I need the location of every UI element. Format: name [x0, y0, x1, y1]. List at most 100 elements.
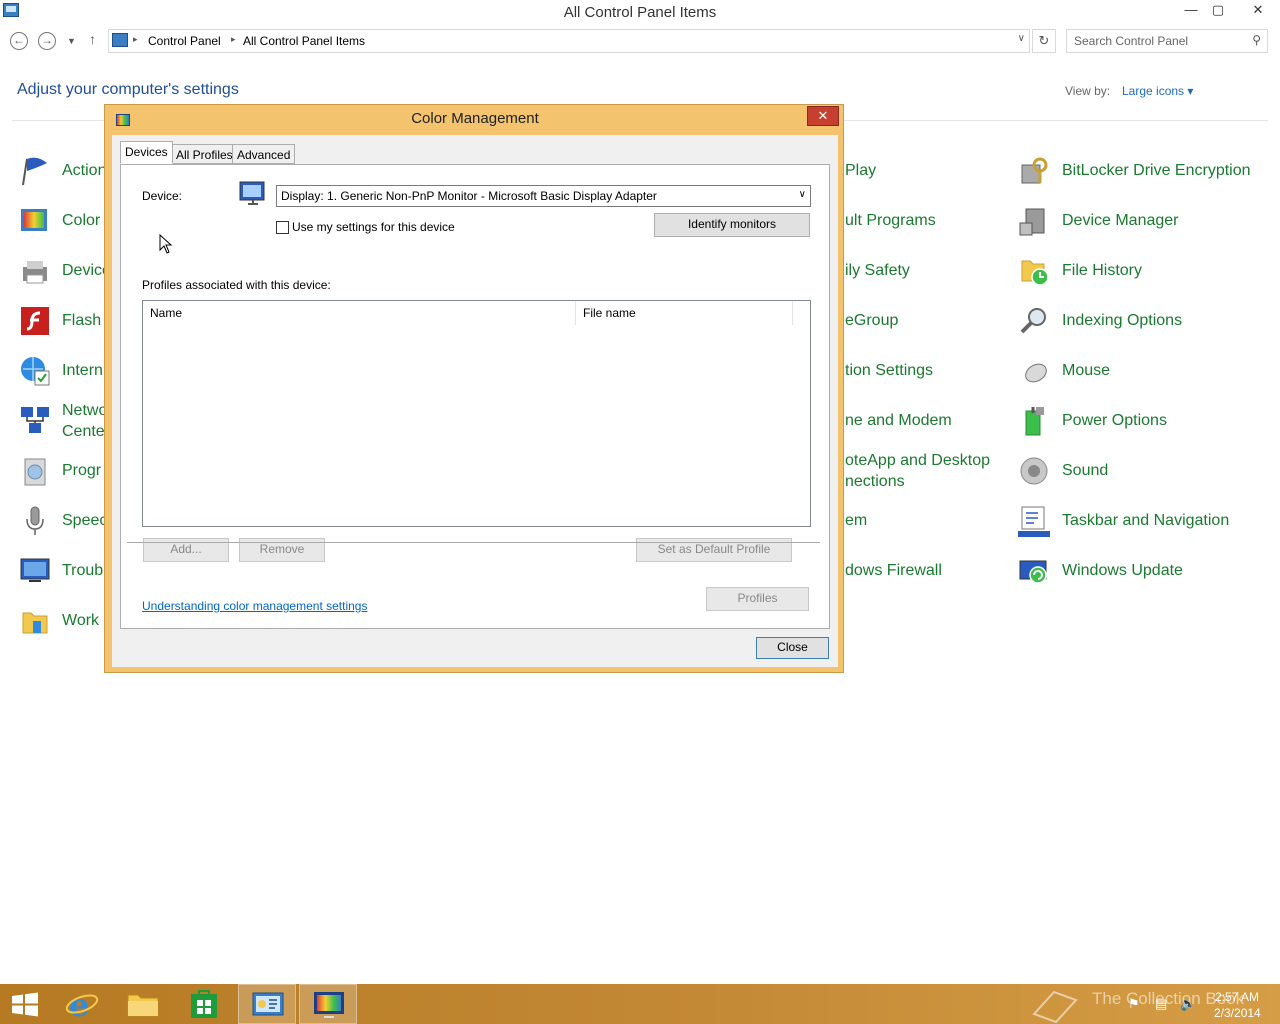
cp-item-power-options[interactable]: Power Options	[1062, 410, 1167, 431]
cp-item-mouse[interactable]: Mouse	[1062, 360, 1110, 381]
taskbar-navigation-icon[interactable]	[1018, 505, 1050, 537]
cp-item-remoteapp-line2[interactable]: nections	[845, 471, 905, 492]
taskbar-store[interactable]	[175, 984, 233, 1024]
taskbar-file-explorer[interactable]	[114, 984, 172, 1024]
cp-item-action-center[interactable]: Action	[62, 160, 106, 181]
view-by-dropdown[interactable]: Large icons ▾	[1122, 84, 1193, 98]
dialog-close-button[interactable]: Close	[756, 637, 829, 659]
cp-item-autoplay[interactable]: Play	[845, 160, 876, 181]
cp-item-internet[interactable]: Intern	[62, 360, 103, 381]
cp-item-windows-update[interactable]: Windows Update	[1062, 560, 1183, 581]
cp-item-color-management[interactable]: Color	[62, 210, 100, 231]
minimize-button[interactable]: —	[1176, 0, 1206, 22]
close-window-button[interactable]: ✕	[1238, 0, 1278, 22]
programs-features-icon[interactable]	[19, 455, 51, 487]
mouse-cursor-icon	[159, 234, 173, 254]
network-sharing-icon[interactable]	[19, 405, 51, 437]
device-select-value: Display: 1. Generic Non-PnP Monitor - Mi…	[281, 189, 657, 203]
cp-item-network-line2[interactable]: Cente	[62, 421, 105, 442]
speaker-icon[interactable]	[1018, 455, 1050, 487]
flash-player-icon[interactable]	[19, 305, 51, 337]
internet-options-icon[interactable]	[19, 355, 51, 387]
microphone-icon[interactable]	[19, 505, 51, 537]
back-button[interactable]: ←	[10, 32, 28, 50]
tab-all-profiles[interactable]: All Profiles	[171, 144, 238, 164]
windows-update-icon[interactable]	[1018, 555, 1050, 587]
understanding-color-management-link[interactable]: Understanding color management settings	[142, 599, 367, 613]
cp-item-device-manager[interactable]: Device Manager	[1062, 210, 1179, 231]
search-icon[interactable]: ⚲	[1252, 33, 1261, 47]
search-input[interactable]: Search Control Panel ⚲	[1066, 29, 1268, 53]
device-select[interactable]: Display: 1. Generic Non-PnP Monitor - Mi…	[276, 185, 811, 207]
svg-text:e: e	[69, 986, 89, 1024]
bitlocker-key-icon[interactable]	[1018, 155, 1050, 187]
device-manager-icon[interactable]	[1018, 205, 1050, 237]
profiles-list[interactable]: Name File name	[142, 300, 811, 527]
file-history-icon[interactable]	[1018, 255, 1050, 287]
taskbar-control-panel[interactable]	[238, 984, 296, 1024]
maximize-button[interactable]: ▢	[1203, 0, 1233, 22]
address-dropdown-chevron-icon[interactable]: ∨	[1018, 33, 1025, 44]
cp-item-family-safety[interactable]: ily Safety	[845, 260, 910, 281]
cp-item-phone-modem[interactable]: ne and Modem	[845, 410, 952, 431]
tab-devices[interactable]: Devices	[120, 141, 173, 164]
mouse-icon[interactable]	[1018, 355, 1050, 387]
action-center-flag-tray-icon[interactable]: ⚑	[1128, 996, 1140, 1012]
book-watermark-icon	[1032, 990, 1078, 1024]
volume-tray-icon[interactable]: 🔈	[1180, 996, 1196, 1012]
address-bar[interactable]: ▸ Control Panel ▸ All Control Panel Item…	[108, 29, 1030, 53]
cp-item-file-history[interactable]: File History	[1062, 260, 1142, 281]
store-bag-icon	[191, 990, 217, 1018]
start-button[interactable]	[0, 984, 58, 1024]
cp-item-work-folders[interactable]: Work	[62, 610, 99, 631]
cp-item-speech[interactable]: Speec	[62, 510, 107, 531]
taskbar-internet-explorer[interactable]: e	[53, 984, 111, 1024]
color-management-icon[interactable]	[19, 205, 51, 237]
cp-item-remoteapp[interactable]: oteApp and Desktop	[845, 450, 990, 471]
cp-item-network[interactable]: Netwo	[62, 400, 107, 421]
column-header-file-name[interactable]: File name	[576, 301, 793, 325]
work-folders-icon[interactable]	[19, 605, 51, 637]
windows-logo-icon[interactable]	[0, 984, 58, 1024]
up-arrow-icon[interactable]: ↑	[89, 31, 96, 47]
profiles-button[interactable]: Profiles	[706, 587, 809, 611]
dialog-title: Color Management	[411, 110, 539, 127]
taskbar-color-management[interactable]	[299, 984, 357, 1024]
column-header-name[interactable]: Name	[143, 301, 576, 325]
action-center-flag-icon[interactable]	[19, 155, 51, 187]
refresh-button[interactable]: ↻	[1032, 29, 1056, 53]
troubleshooting-icon[interactable]	[19, 555, 51, 587]
power-options-icon[interactable]	[1018, 405, 1050, 437]
window-title: All Control Panel Items	[563, 4, 717, 21]
control-panel-taskbar-icon	[252, 992, 284, 1016]
recent-locations-chevron-icon[interactable]: ▼	[67, 36, 76, 46]
clock-time[interactable]: 2:57 AM	[1215, 990, 1259, 1004]
network-tray-icon[interactable]: ▤	[1155, 996, 1167, 1012]
clock-date[interactable]: 2/3/2014	[1214, 1006, 1261, 1020]
dialog-close-icon[interactable]: ✕	[807, 106, 839, 126]
cp-item-windows-firewall[interactable]: dows Firewall	[845, 560, 942, 581]
devices-printers-icon[interactable]	[19, 255, 51, 287]
breadcrumb-all-items[interactable]: All Control Panel Items	[243, 34, 365, 48]
use-my-settings-label[interactable]: Use my settings for this device	[292, 220, 455, 234]
cp-item-flash[interactable]: Flash	[62, 310, 101, 331]
identify-monitors-button[interactable]: Identify monitors	[654, 213, 810, 237]
breadcrumb-control-panel[interactable]: Control Panel	[148, 34, 221, 48]
cp-item-default-programs[interactable]: ult Programs	[845, 210, 936, 231]
cp-item-location-settings[interactable]: tion Settings	[845, 360, 933, 381]
cp-item-homegroup[interactable]: eGroup	[845, 310, 898, 331]
cp-item-programs[interactable]: Progr	[62, 460, 101, 481]
use-my-settings-checkbox[interactable]	[276, 221, 289, 234]
cp-item-bitlocker[interactable]: BitLocker Drive Encryption	[1062, 160, 1251, 181]
forward-button[interactable]: →	[38, 32, 56, 50]
cp-item-sound[interactable]: Sound	[1062, 460, 1108, 481]
tab-advanced[interactable]: Advanced	[232, 144, 296, 164]
cp-item-indexing[interactable]: Indexing Options	[1062, 310, 1182, 331]
cp-item-system[interactable]: em	[845, 510, 867, 531]
indexing-magnifier-icon[interactable]	[1018, 305, 1050, 337]
cp-item-troubleshooting[interactable]: Troub	[62, 560, 103, 581]
cp-item-taskbar-navigation[interactable]: Taskbar and Navigation	[1062, 510, 1229, 531]
color-management-dialog: Color Management ✕ Devices All Profiles …	[104, 104, 844, 673]
dialog-separator	[127, 542, 820, 543]
chevron-down-icon[interactable]: ∨	[799, 189, 806, 200]
